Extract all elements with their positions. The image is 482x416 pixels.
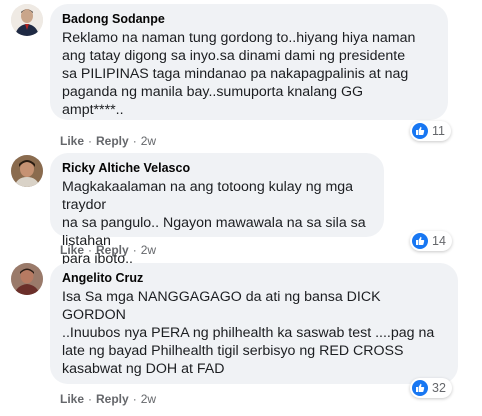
- comment-timestamp[interactable]: 2w: [141, 392, 156, 406]
- reaction-count[interactable]: 14: [410, 231, 452, 251]
- separator-dot: ·: [132, 134, 137, 148]
- like-link[interactable]: Like: [60, 392, 84, 406]
- reaction-number: 32: [432, 381, 446, 395]
- comment-author[interactable]: Badong Sodanpe: [62, 11, 436, 27]
- reaction-count[interactable]: 32: [410, 378, 452, 398]
- avatar[interactable]: [11, 155, 43, 187]
- reaction-number: 14: [432, 234, 446, 248]
- avatar[interactable]: [11, 263, 43, 295]
- separator-dot: ·: [88, 134, 93, 148]
- avatar-portrait-icon: [11, 263, 43, 295]
- like-reaction-icon: [412, 123, 428, 139]
- comment-author[interactable]: Ricky Altiche Velasco: [62, 160, 372, 176]
- comment-bubble: Angelito Cruz Isa Sa mga NANGGAGAGO da a…: [50, 263, 458, 384]
- reply-link[interactable]: Reply: [96, 243, 129, 257]
- like-reaction-icon: [412, 233, 428, 249]
- comment-bubble: Badong Sodanpe Reklamo na naman tung gor…: [50, 4, 448, 120]
- comment-author[interactable]: Angelito Cruz: [62, 270, 446, 286]
- separator-dot: ·: [88, 392, 93, 406]
- comment-bubble: Ricky Altiche Velasco Magkakaalaman na a…: [50, 153, 384, 267]
- avatar-portrait-icon: [11, 155, 43, 187]
- comment-text: Isa Sa mga NANGGAGAGO da ati ng bansa DI…: [62, 289, 435, 377]
- separator-dot: ·: [132, 392, 137, 406]
- comment-timestamp[interactable]: 2w: [141, 134, 156, 148]
- reaction-number: 11: [432, 124, 445, 138]
- comment-actions: Like · Reply · 2w: [60, 392, 156, 406]
- comment-actions: Like · Reply · 2w: [60, 243, 156, 257]
- reply-link[interactable]: Reply: [96, 392, 129, 406]
- like-reaction-icon: [412, 380, 428, 396]
- separator-dot: ·: [132, 243, 137, 257]
- separator-dot: ·: [88, 243, 93, 257]
- comment-text: Reklamo na naman tung gordong to..hiyang…: [62, 30, 416, 118]
- comment-timestamp[interactable]: 2w: [141, 243, 156, 257]
- like-link[interactable]: Like: [60, 134, 84, 148]
- reaction-count[interactable]: 11: [410, 121, 451, 141]
- avatar[interactable]: [11, 4, 43, 36]
- avatar-portrait-icon: [11, 4, 43, 36]
- like-link[interactable]: Like: [60, 243, 84, 257]
- reply-link[interactable]: Reply: [96, 134, 129, 148]
- comment-actions: Like · Reply · 2w: [60, 134, 156, 148]
